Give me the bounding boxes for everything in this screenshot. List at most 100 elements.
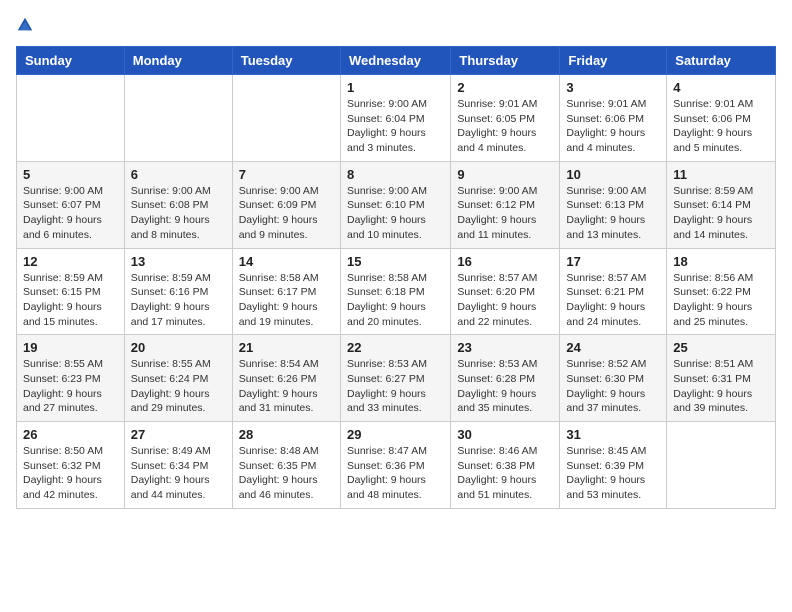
day-info: Sunrise: 8:53 AMSunset: 6:27 PMDaylight:… [347, 357, 444, 416]
day-info: Sunrise: 8:56 AMSunset: 6:22 PMDaylight:… [673, 271, 769, 330]
calendar-day-cell: 16 Sunrise: 8:57 AMSunset: 6:20 PMDayligh… [451, 248, 560, 335]
day-number: 24 [566, 340, 660, 355]
calendar-week-row: 19 Sunrise: 8:55 AMSunset: 6:23 PMDayligh… [17, 335, 776, 422]
day-info: Sunrise: 8:57 AMSunset: 6:20 PMDaylight:… [457, 271, 553, 330]
day-number: 5 [23, 167, 118, 182]
day-number: 1 [347, 80, 444, 95]
day-number: 6 [131, 167, 226, 182]
day-info: Sunrise: 9:01 AMSunset: 6:06 PMDaylight:… [566, 97, 660, 156]
calendar-day-cell: 23 Sunrise: 8:53 AMSunset: 6:28 PMDayligh… [451, 335, 560, 422]
calendar-day-cell: 21Sunrise: 8:54 AMSunset: 6:26 PMDayligh… [232, 335, 340, 422]
calendar-day-cell: 1 Sunrise: 9:00 AMSunset: 6:04 PMDaylight… [340, 75, 450, 162]
logo [16, 16, 38, 34]
day-number: 20 [131, 340, 226, 355]
day-info: Sunrise: 8:58 AMSunset: 6:18 PMDaylight:… [347, 271, 444, 330]
day-number: 3 [566, 80, 660, 95]
calendar-day-cell: 6 Sunrise: 9:00 AMSunset: 6:08 PMDaylight… [124, 161, 232, 248]
day-number: 16 [457, 254, 553, 269]
day-info: Sunrise: 8:53 AMSunset: 6:28 PMDaylight:… [457, 357, 553, 416]
day-number: 17 [566, 254, 660, 269]
weekday-header-wednesday: Wednesday [340, 47, 450, 75]
calendar-day-cell: 4Sunrise: 9:01 AMSunset: 6:06 PMDaylight… [667, 75, 776, 162]
calendar-day-cell: 25Sunrise: 8:51 AMSunset: 6:31 PMDayligh… [667, 335, 776, 422]
day-info: Sunrise: 9:00 AMSunset: 6:08 PMDaylight:… [131, 184, 226, 243]
day-info: Sunrise: 9:00 AMSunset: 6:04 PMDaylight:… [347, 97, 444, 156]
logo-icon [16, 16, 34, 34]
weekday-header-thursday: Thursday [451, 47, 560, 75]
calendar-day-cell: 19 Sunrise: 8:55 AMSunset: 6:23 PMDayligh… [17, 335, 125, 422]
weekday-header-friday: Friday [560, 47, 667, 75]
calendar-day-cell: 3 Sunrise: 9:01 AMSunset: 6:06 PMDaylight… [560, 75, 667, 162]
calendar-day-cell: 8 Sunrise: 9:00 AMSunset: 6:10 PMDaylight… [340, 161, 450, 248]
calendar-day-cell: 2 Sunrise: 9:01 AMSunset: 6:05 PMDaylight… [451, 75, 560, 162]
calendar-day-cell: 30 Sunrise: 8:46 AMSunset: 6:38 PMDayligh… [451, 422, 560, 509]
day-number: 31 [566, 427, 660, 442]
calendar-day-cell [232, 75, 340, 162]
calendar-week-row: 1 Sunrise: 9:00 AMSunset: 6:04 PMDaylight… [17, 75, 776, 162]
weekday-header-tuesday: Tuesday [232, 47, 340, 75]
calendar-day-cell: 31 Sunrise: 8:45 AMSunset: 6:39 PMDayligh… [560, 422, 667, 509]
day-number: 23 [457, 340, 553, 355]
day-number: 11 [673, 167, 769, 182]
calendar-day-cell: 22Sunrise: 8:53 AMSunset: 6:27 PMDayligh… [340, 335, 450, 422]
calendar-day-cell: 15 Sunrise: 8:58 AMSunset: 6:18 PMDayligh… [340, 248, 450, 335]
day-number: 15 [347, 254, 444, 269]
day-number: 14 [239, 254, 334, 269]
calendar-week-row: 12 Sunrise: 8:59 AMSunset: 6:15 PMDayligh… [17, 248, 776, 335]
calendar-day-cell: 20Sunrise: 8:55 AMSunset: 6:24 PMDayligh… [124, 335, 232, 422]
day-info: Sunrise: 8:59 AMSunset: 6:16 PMDaylight:… [131, 271, 226, 330]
day-number: 19 [23, 340, 118, 355]
day-info: Sunrise: 8:55 AMSunset: 6:23 PMDaylight:… [23, 357, 118, 416]
day-number: 7 [239, 167, 334, 182]
calendar-day-cell: 27 Sunrise: 8:49 AMSunset: 6:34 PMDayligh… [124, 422, 232, 509]
calendar-table: SundayMondayTuesdayWednesdayThursdayFrid… [16, 46, 776, 509]
calendar-day-cell: 26 Sunrise: 8:50 AMSunset: 6:32 PMDayligh… [17, 422, 125, 509]
day-info: Sunrise: 9:00 AMSunset: 6:09 PMDaylight:… [239, 184, 334, 243]
day-number: 12 [23, 254, 118, 269]
calendar-day-cell: 28 Sunrise: 8:48 AMSunset: 6:35 PMDayligh… [232, 422, 340, 509]
day-number: 26 [23, 427, 118, 442]
day-info: Sunrise: 9:00 AMSunset: 6:10 PMDaylight:… [347, 184, 444, 243]
day-info: Sunrise: 8:49 AMSunset: 6:34 PMDaylight:… [131, 444, 226, 503]
day-info: Sunrise: 9:01 AMSunset: 6:05 PMDaylight:… [457, 97, 553, 156]
day-info: Sunrise: 8:57 AMSunset: 6:21 PMDaylight:… [566, 271, 660, 330]
day-number: 8 [347, 167, 444, 182]
calendar-day-cell: 24 Sunrise: 8:52 AMSunset: 6:30 PMDayligh… [560, 335, 667, 422]
day-number: 27 [131, 427, 226, 442]
day-info: Sunrise: 8:58 AMSunset: 6:17 PMDaylight:… [239, 271, 334, 330]
calendar-day-cell: 17 Sunrise: 8:57 AMSunset: 6:21 PMDayligh… [560, 248, 667, 335]
day-info: Sunrise: 8:50 AMSunset: 6:32 PMDaylight:… [23, 444, 118, 503]
weekday-header-sunday: Sunday [17, 47, 125, 75]
calendar-day-cell [124, 75, 232, 162]
page: SundayMondayTuesdayWednesdayThursdayFrid… [0, 0, 792, 525]
day-info: Sunrise: 8:47 AMSunset: 6:36 PMDaylight:… [347, 444, 444, 503]
day-info: Sunrise: 8:52 AMSunset: 6:30 PMDaylight:… [566, 357, 660, 416]
day-info: Sunrise: 8:59 AMSunset: 6:15 PMDaylight:… [23, 271, 118, 330]
day-info: Sunrise: 8:46 AMSunset: 6:38 PMDaylight:… [457, 444, 553, 503]
day-info: Sunrise: 9:00 AMSunset: 6:12 PMDaylight:… [457, 184, 553, 243]
day-info: Sunrise: 8:54 AMSunset: 6:26 PMDaylight:… [239, 357, 334, 416]
day-number: 10 [566, 167, 660, 182]
weekday-header-row: SundayMondayTuesdayWednesdayThursdayFrid… [17, 47, 776, 75]
day-info: Sunrise: 8:45 AMSunset: 6:39 PMDaylight:… [566, 444, 660, 503]
calendar-day-cell: 9Sunrise: 9:00 AMSunset: 6:12 PMDaylight… [451, 161, 560, 248]
day-info: Sunrise: 9:00 AMSunset: 6:07 PMDaylight:… [23, 184, 118, 243]
weekday-header-monday: Monday [124, 47, 232, 75]
day-number: 28 [239, 427, 334, 442]
header [16, 16, 776, 34]
calendar-day-cell: 10Sunrise: 9:00 AMSunset: 6:13 PMDayligh… [560, 161, 667, 248]
day-number: 2 [457, 80, 553, 95]
day-number: 25 [673, 340, 769, 355]
calendar-day-cell: 13Sunrise: 8:59 AMSunset: 6:16 PMDayligh… [124, 248, 232, 335]
calendar-day-cell: 29 Sunrise: 8:47 AMSunset: 6:36 PMDayligh… [340, 422, 450, 509]
weekday-header-saturday: Saturday [667, 47, 776, 75]
day-info: Sunrise: 8:59 AMSunset: 6:14 PMDaylight:… [673, 184, 769, 243]
calendar-week-row: 26 Sunrise: 8:50 AMSunset: 6:32 PMDayligh… [17, 422, 776, 509]
calendar-week-row: 5 Sunrise: 9:00 AMSunset: 6:07 PMDaylight… [17, 161, 776, 248]
day-number: 4 [673, 80, 769, 95]
calendar-day-cell: 5 Sunrise: 9:00 AMSunset: 6:07 PMDaylight… [17, 161, 125, 248]
day-number: 29 [347, 427, 444, 442]
day-info: Sunrise: 8:48 AMSunset: 6:35 PMDaylight:… [239, 444, 334, 503]
calendar-day-cell [667, 422, 776, 509]
day-number: 30 [457, 427, 553, 442]
